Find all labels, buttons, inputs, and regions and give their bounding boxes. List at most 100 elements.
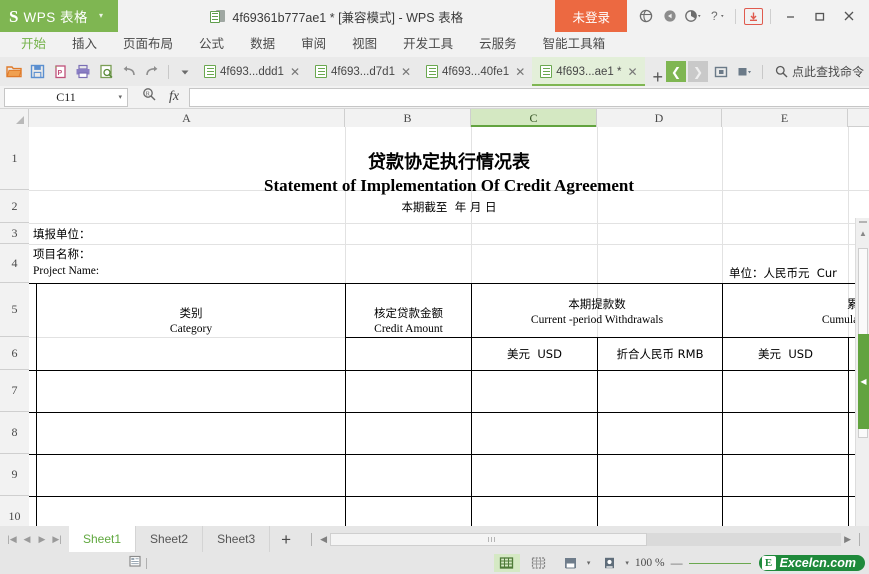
row-header-9[interactable]: 9 — [0, 454, 29, 496]
file-tab-2[interactable]: 4f693...d7d1 ✕ — [307, 57, 418, 86]
globe-icon[interactable] — [635, 0, 657, 32]
column-header-c[interactable]: C — [471, 109, 597, 127]
ribbon-tab-developer[interactable]: 开发工具 — [390, 32, 466, 57]
zoom-out-button[interactable]: — — [671, 556, 683, 570]
ribbon-tab-toolbox[interactable]: 智能工具箱 — [530, 32, 619, 57]
formula-input[interactable] — [189, 88, 869, 107]
subheader-rmb-current: 折合人民币 RMB — [598, 346, 722, 363]
header-cumulative-en: Cumulative W — [723, 312, 869, 329]
close-icon[interactable]: ✕ — [290, 65, 300, 79]
ribbon-tab-page-layout[interactable]: 页面布局 — [110, 32, 186, 57]
chevron-down-icon[interactable]: ▾ — [99, 12, 103, 20]
new-file-tab-button[interactable]: + — [645, 68, 666, 86]
row-header-8[interactable]: 8 — [0, 412, 29, 454]
chevron-down-icon[interactable]: ▾ — [625, 559, 629, 567]
ribbon-tab-insert[interactable]: 插入 — [59, 32, 110, 57]
maximize-button[interactable] — [806, 0, 833, 32]
name-box[interactable]: C11 ▾ — [4, 88, 128, 107]
ribbon-tab-data[interactable]: 数据 — [237, 32, 288, 57]
row-header-3[interactable]: 3 — [0, 223, 29, 244]
divider — [770, 9, 771, 24]
file-tab-3[interactable]: 4f693...40fe1 ✕ — [418, 57, 532, 86]
table-border — [29, 454, 869, 455]
scroll-left-button[interactable]: ◀ — [317, 534, 330, 545]
sheet-tab-sheet1[interactable]: Sheet1 — [69, 526, 136, 552]
sheet-tab-sheet2[interactable]: Sheet2 — [136, 526, 203, 552]
sheet-tab-sheet3[interactable]: Sheet3 — [203, 526, 270, 552]
close-icon[interactable]: ✕ — [401, 65, 411, 79]
svg-text:?: ? — [711, 9, 718, 23]
sheet-cells-area[interactable]: 贷款协定执行情况表 Statement of Implementation Of… — [29, 127, 869, 526]
file-tab-4-active[interactable]: 4f693...ae1 * ✕ — [532, 57, 644, 86]
add-sheet-button[interactable]: + — [270, 531, 302, 548]
horizontal-scroll-thumb[interactable] — [330, 533, 647, 546]
prev-sheet-icon[interactable]: ◀ — [20, 529, 34, 549]
ribbon-tab-strip: 开始 插入 页面布局 公式 数据 审阅 视图 开发工具 云服务 智能工具箱 — [0, 32, 869, 57]
print-icon[interactable] — [72, 61, 94, 83]
minimize-button[interactable] — [777, 0, 804, 32]
ribbon-tab-cloud[interactable]: 云服务 — [466, 32, 530, 57]
select-all-button[interactable] — [0, 109, 29, 127]
row-header-1[interactable]: 1 — [0, 127, 29, 190]
download-icon[interactable] — [742, 0, 764, 32]
insert-function-icon[interactable]: R — [142, 87, 157, 107]
find-command-label: 点此查找命令 — [792, 63, 864, 80]
row-header-5[interactable]: 5 — [0, 283, 29, 337]
close-button[interactable] — [835, 0, 862, 32]
export-pdf-icon[interactable]: P — [49, 61, 71, 83]
horizontal-scrollbar[interactable]: ◀ ▶ — [302, 533, 869, 546]
save-icon[interactable] — [26, 61, 48, 83]
ribbon-tab-review[interactable]: 审阅 — [288, 32, 339, 57]
print-preview-icon[interactable] — [95, 61, 117, 83]
last-sheet-icon[interactable]: ▶| — [50, 529, 64, 549]
column-header-d[interactable]: D — [597, 109, 722, 127]
split-handle[interactable] — [859, 221, 867, 223]
ribbon-tab-formula[interactable]: 公式 — [186, 32, 237, 57]
close-icon[interactable]: ✕ — [515, 65, 525, 79]
page-break-view-icon[interactable] — [526, 554, 552, 572]
next-tab-button[interactable]: ❯ — [688, 61, 708, 82]
next-sheet-icon[interactable]: ▶ — [35, 529, 49, 549]
page-layout-icon[interactable] — [558, 554, 584, 572]
row-header-6[interactable]: 6 — [0, 337, 29, 370]
open-folder-icon[interactable] — [3, 61, 25, 83]
table-border — [848, 337, 849, 526]
chevron-down-icon[interactable]: ▾ — [118, 93, 122, 101]
reading-mode-icon[interactable] — [596, 554, 622, 572]
redo-icon[interactable] — [141, 61, 163, 83]
row-header-10[interactable]: 10 — [0, 496, 29, 526]
wps-logo-button[interactable]: S WPS 表格 ▾ — [0, 0, 118, 32]
chevron-down-icon[interactable]: ▾ — [587, 559, 591, 567]
presentation-icon[interactable] — [710, 61, 732, 83]
chevron-down-icon[interactable] — [174, 61, 196, 83]
prev-tab-button[interactable]: ❮ — [666, 61, 686, 82]
column-header-e[interactable]: E — [722, 109, 848, 127]
row-header-7[interactable]: 7 — [0, 370, 29, 412]
row-header-2[interactable]: 2 — [0, 190, 29, 223]
side-panel-toggle[interactable]: ◀ — [858, 334, 869, 429]
find-command-button[interactable]: 点此查找命令 — [769, 63, 864, 80]
file-tab-1[interactable]: 4f693...ddd1 ✕ — [196, 57, 307, 86]
zoom-slider[interactable] — [689, 563, 751, 564]
cloud-back-icon[interactable] — [659, 0, 681, 32]
help-icon[interactable]: ? — [707, 0, 729, 32]
ribbon-tab-view[interactable]: 视图 — [339, 32, 390, 57]
scroll-up-button[interactable]: ▲ — [856, 226, 869, 240]
header-category-en: Category — [37, 321, 345, 338]
close-icon[interactable]: ✕ — [627, 65, 637, 79]
undo-icon[interactable] — [118, 61, 140, 83]
pie-dropdown-icon[interactable] — [683, 0, 705, 32]
quick-access-and-file-tabs: P 4f693...ddd1 ✕ — [0, 57, 869, 86]
login-button[interactable]: 未登录 — [555, 0, 627, 32]
cell-style-icon[interactable] — [128, 554, 142, 573]
column-header-b[interactable]: B — [345, 109, 471, 127]
horizontal-scroll-track[interactable] — [330, 533, 841, 546]
header-current-period-cn: 本期提款数 — [472, 296, 722, 313]
normal-view-icon[interactable] — [494, 554, 520, 572]
column-header-a[interactable]: A — [29, 109, 345, 127]
row-header-4[interactable]: 4 — [0, 244, 29, 283]
share-dropdown-icon[interactable] — [734, 61, 756, 83]
scroll-right-button[interactable]: ▶ — [841, 534, 854, 545]
ribbon-tab-start[interactable]: 开始 — [8, 32, 59, 57]
first-sheet-icon[interactable]: |◀ — [5, 529, 19, 549]
